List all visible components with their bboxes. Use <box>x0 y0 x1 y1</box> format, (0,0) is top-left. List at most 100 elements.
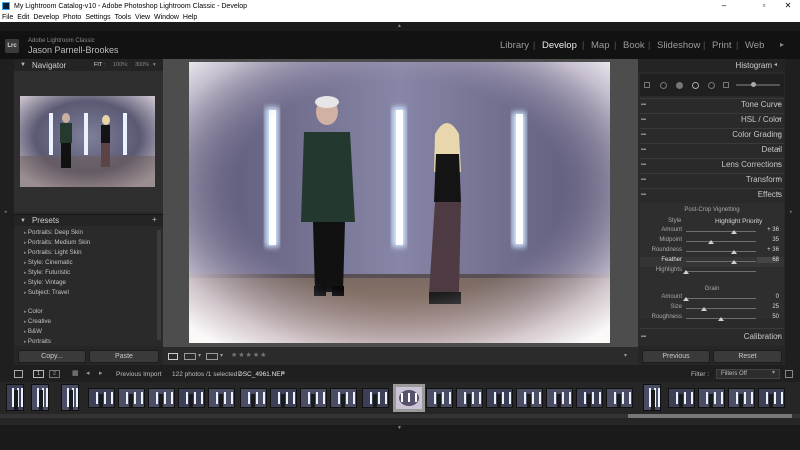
section-color-grading[interactable]: Color Grading <box>732 130 782 139</box>
left-panel-edge[interactable]: ◂ <box>0 59 14 365</box>
minimize-button[interactable]: – <box>712 0 736 12</box>
filmstrip-thumbnail[interactable] <box>576 388 603 408</box>
slider-value[interactable]: 50 <box>757 314 779 320</box>
navigator-preview[interactable] <box>20 96 155 187</box>
filmstrip-thumbnail[interactable] <box>31 384 49 411</box>
vignette-style-select[interactable]: Highlight Priority <box>715 218 762 225</box>
slider-knob[interactable] <box>683 270 689 274</box>
filter-dropdown-icon[interactable]: ▾ <box>772 369 775 376</box>
filter-lock-icon[interactable] <box>785 370 793 378</box>
presets-header[interactable]: ▼ Presets <box>14 214 163 226</box>
panel-switch-icon[interactable]: ▬ <box>641 176 646 182</box>
filmstrip-thumbnail[interactable] <box>88 388 115 408</box>
preset-item[interactable]: Style: Cinematic <box>24 259 73 266</box>
collapse-arrow-icon[interactable]: ▲ <box>397 23 402 29</box>
module-map[interactable]: Map <box>591 40 609 51</box>
selected-thumbnail[interactable] <box>396 387 422 409</box>
preset-group[interactable]: Creative <box>24 318 51 325</box>
main-photo[interactable] <box>189 62 610 343</box>
previous-button[interactable]: Previous <box>642 350 710 363</box>
preset-item[interactable]: Style: Futuristic <box>24 269 70 276</box>
module-book[interactable]: Book <box>623 40 645 51</box>
panel-switch-icon[interactable]: ▬ <box>641 116 646 122</box>
paste-button[interactable]: Paste <box>89 350 159 363</box>
maximize-button[interactable]: ▫ <box>752 0 776 12</box>
section-hsl-color[interactable]: HSL / Color <box>741 115 782 124</box>
zoom-fit[interactable]: FIT <box>94 62 102 68</box>
module-slideshow[interactable]: Slideshow <box>657 40 700 51</box>
filmstrip-thumbnail[interactable] <box>148 388 175 408</box>
slider-track[interactable] <box>686 308 756 309</box>
tool-strength-knob[interactable] <box>751 82 756 87</box>
reset-button[interactable]: Reset <box>713 350 782 363</box>
grid-view-icon[interactable]: ▦ <box>72 369 79 377</box>
filmstrip-thumbnail[interactable] <box>426 388 453 408</box>
copy-button[interactable]: Copy... <box>18 350 86 363</box>
before-after-icon[interactable] <box>184 353 196 360</box>
preset-item[interactable]: Style: Vintage <box>24 279 66 286</box>
zoom-menu-icon[interactable]: ▾ <box>153 62 156 68</box>
slider-knob[interactable] <box>730 250 737 254</box>
preset-group[interactable]: B&W <box>24 328 42 335</box>
filmstrip-thumbnail[interactable] <box>6 384 24 411</box>
filmstrip-thumbnail[interactable] <box>118 388 145 408</box>
slider-track[interactable] <box>686 298 756 299</box>
slider-knob[interactable] <box>707 240 714 244</box>
bottom-panel-toggle-strip[interactable]: ▼ <box>0 425 800 450</box>
before-after-menu-icon[interactable]: ▾ <box>198 352 201 359</box>
view-menu-icon[interactable]: ▾ <box>220 352 223 359</box>
menu-edit[interactable]: Edit <box>17 14 29 21</box>
preset-item[interactable]: Portraits: Deep Skin <box>24 229 83 236</box>
menu-photo[interactable]: Photo <box>63 14 81 21</box>
top-panel-toggle-strip[interactable]: ▲ <box>0 22 800 31</box>
menu-help[interactable]: Help <box>183 14 197 21</box>
menu-tools[interactable]: Tools <box>115 14 131 21</box>
slider-knob[interactable] <box>730 260 737 264</box>
module-web[interactable]: Web <box>745 40 764 51</box>
graduated-filter-icon[interactable] <box>723 82 729 88</box>
panel-switch-icon[interactable]: ▬ <box>641 333 646 339</box>
filter-select[interactable]: Filters Off <box>716 369 780 379</box>
loupe-view-icon[interactable] <box>168 353 178 360</box>
panel-switch-icon[interactable]: ▬ <box>641 146 646 152</box>
source-menu-icon[interactable]: ▾ <box>282 370 285 377</box>
menu-settings[interactable]: Settings <box>85 14 110 21</box>
swap-view-icon[interactable] <box>206 353 218 360</box>
collapse-triangle-icon[interactable]: ◂ <box>774 61 777 68</box>
slider-value[interactable]: + 36 <box>757 247 779 253</box>
star-rating[interactable]: ★★★★★ <box>231 351 267 359</box>
zoom-100[interactable]: 100% <box>113 62 127 68</box>
back-arrow-icon[interactable]: ◂ <box>86 369 90 377</box>
slider-knob[interactable] <box>718 317 724 321</box>
filmstrip-thumbnail[interactable] <box>516 388 543 408</box>
filmstrip-thumbnail[interactable] <box>61 384 79 411</box>
section-expand-icon[interactable]: ◂ <box>777 161 780 167</box>
menu-develop[interactable]: Develop <box>33 14 59 21</box>
filmstrip-thumbnail[interactable] <box>758 388 785 408</box>
close-button[interactable]: ✕ <box>776 0 800 12</box>
panel-switch-icon[interactable]: ▬ <box>641 101 646 107</box>
menu-file[interactable]: File <box>2 14 13 21</box>
preset-item[interactable]: Portraits: Light Skin <box>24 249 82 256</box>
filmstrip-thumbnail[interactable] <box>178 388 205 408</box>
filmstrip-thumbnail[interactable] <box>486 388 513 408</box>
filmstrip-thumbnail[interactable] <box>728 388 755 408</box>
crop-tool-icon[interactable] <box>644 82 650 88</box>
section-lens-corrections[interactable]: Lens Corrections <box>722 160 782 169</box>
page-2-button[interactable]: 2 <box>49 370 60 378</box>
slider-value[interactable]: 0 <box>757 294 779 300</box>
toolbar-menu-icon[interactable]: ▾ <box>624 352 627 359</box>
add-preset-button[interactable]: + <box>152 215 157 224</box>
slider-knob[interactable] <box>700 307 707 311</box>
preset-group[interactable]: Portraits <box>24 338 51 345</box>
slider-track[interactable] <box>686 271 756 272</box>
filmstrip-thumbnail[interactable] <box>300 388 327 408</box>
filmstrip-thumbnail[interactable] <box>270 388 297 408</box>
slider-value[interactable]: + 36 <box>757 227 779 233</box>
page-1-button[interactable]: 1 <box>33 370 44 378</box>
slider-track[interactable] <box>686 241 756 242</box>
slider-track[interactable] <box>686 251 756 252</box>
filmstrip-thumbnail[interactable] <box>456 388 483 408</box>
section-tone-curve[interactable]: Tone Curve <box>741 100 782 109</box>
section-collapse-icon[interactable]: ▾ <box>777 191 780 197</box>
